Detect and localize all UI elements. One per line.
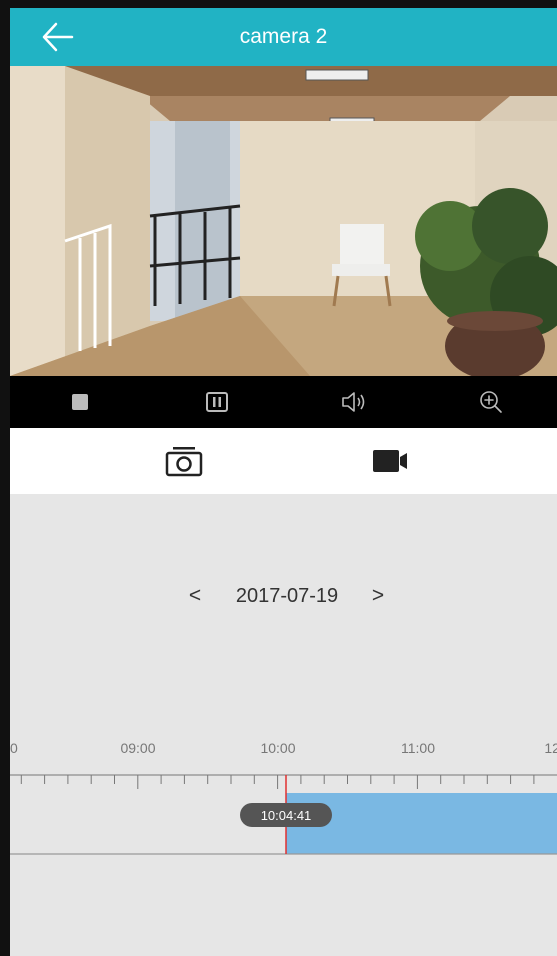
- hour-label: 12:0: [544, 740, 557, 756]
- phone-frame: camera 2 < 2017-07-19 > 0 09:00 10:00 11…: [0, 0, 557, 956]
- hour-label: 11:00: [401, 740, 435, 756]
- next-date-button[interactable]: >: [363, 582, 393, 610]
- selected-date[interactable]: 2017-07-19: [222, 582, 352, 610]
- hour-label: 09:00: [120, 740, 155, 756]
- playback-controls: [10, 376, 557, 428]
- current-time-label: 10:04:41: [261, 808, 312, 823]
- volume-button[interactable]: [338, 386, 370, 418]
- record-button[interactable]: [370, 444, 410, 478]
- snapshot-camera-icon: [165, 447, 203, 477]
- volume-icon: [342, 392, 365, 412]
- hour-label: 0: [10, 740, 18, 756]
- snapshot-button[interactable]: [164, 444, 204, 478]
- zoom-in-icon: [480, 391, 502, 413]
- pause-icon: [206, 392, 228, 412]
- pause-button[interactable]: [201, 386, 233, 418]
- record-video-icon: [373, 450, 407, 472]
- date-selector: < 2017-07-19 >: [10, 578, 557, 614]
- timeline-ruler[interactable]: 0 09:00 10:00 11:00 12:0 10:04:41: [10, 733, 557, 858]
- previous-date-button[interactable]: <: [180, 582, 210, 610]
- zoom-in-button[interactable]: [475, 386, 507, 418]
- video-feed[interactable]: [10, 66, 557, 376]
- stop-icon: [72, 394, 88, 410]
- hour-label: 10:00: [260, 740, 295, 756]
- stop-button[interactable]: [64, 386, 96, 418]
- video-frame-image: [10, 66, 557, 376]
- playback-timeline[interactable]: 0 09:00 10:00 11:00 12:0 10:04:41: [10, 733, 557, 858]
- action-bar: [10, 428, 557, 494]
- app-header: camera 2: [10, 8, 557, 66]
- page-title: camera 2: [239, 25, 328, 48]
